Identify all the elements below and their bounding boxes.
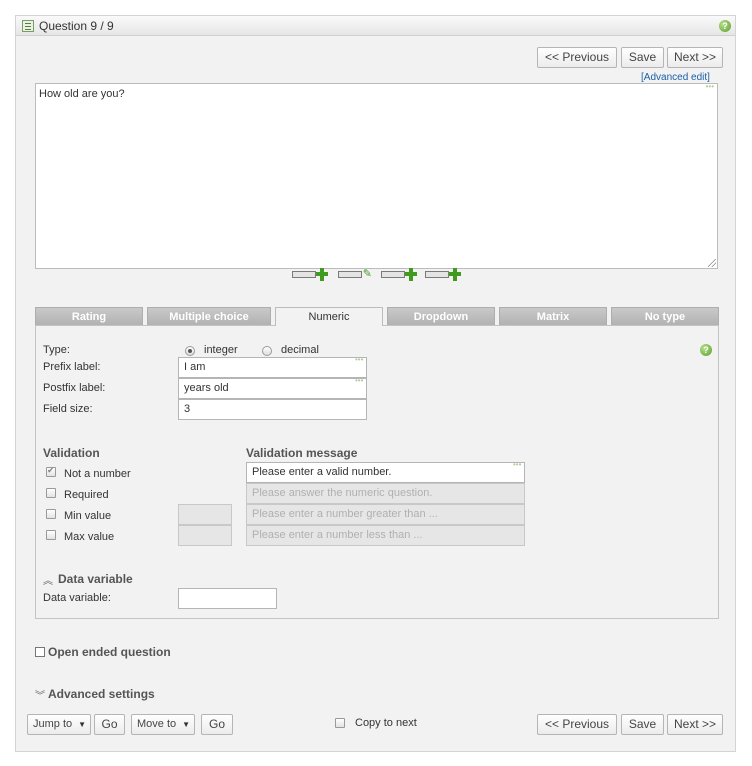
move-to-value: Move to: [137, 718, 177, 730]
window-title: Question 9 / 9: [39, 19, 114, 33]
prefix-dots-icon: •••: [355, 355, 364, 364]
not-a-number-label: Not a number: [64, 468, 131, 480]
question-text[interactable]: How old are you?: [39, 88, 125, 100]
min-value-input: [178, 504, 232, 525]
question-text-editor[interactable]: How old are you? •••: [35, 82, 718, 269]
not-a-number-checkbox[interactable]: [46, 465, 56, 477]
jump-to-value: Jump to: [33, 718, 73, 730]
max-value-checkbox[interactable]: [46, 530, 56, 540]
decimal-radio[interactable]: [262, 346, 272, 356]
max-value-label: Max value: [64, 531, 115, 543]
copy-to-next-label: Copy to next: [355, 717, 417, 729]
tab-dropdown[interactable]: Dropdown: [387, 307, 495, 325]
required-checkbox[interactable]: [46, 488, 56, 498]
validation-message-heading: Validation message: [246, 446, 358, 460]
field-size-label: Field size:: [43, 403, 93, 415]
jump-to-select[interactable]: Jump to ▼: [27, 714, 91, 735]
previous-button-top[interactable]: << Previous: [537, 47, 617, 68]
tab-no-type[interactable]: No type: [611, 307, 719, 325]
add-list-icon[interactable]: [381, 268, 417, 281]
add-image-icon[interactable]: [425, 268, 461, 281]
tab-numeric[interactable]: Numeric: [275, 307, 383, 326]
data-variable-label: Data variable:: [43, 592, 111, 604]
type-label: Type:: [43, 344, 70, 356]
caret-down-icon: ▼: [182, 720, 190, 729]
min-value-label: Min value: [64, 510, 112, 522]
postfix-label: Postfix label:: [43, 382, 106, 394]
advanced-settings-label[interactable]: Advanced settings: [48, 687, 155, 701]
jump-go-button[interactable]: Go: [94, 714, 125, 735]
max-value-message-input: Please enter a number less than ...: [246, 525, 525, 546]
field-size-input[interactable]: 3: [178, 399, 367, 420]
postfix-dots-icon: •••: [355, 376, 364, 385]
tab-matrix[interactable]: Matrix: [499, 307, 607, 325]
data-variable-input[interactable]: [178, 588, 277, 609]
not-a-number-message-input[interactable]: Please enter a valid number.: [246, 462, 525, 483]
pencil-icon: ✎: [362, 268, 372, 280]
previous-button-bottom[interactable]: << Previous: [537, 714, 617, 735]
copy-to-next-checkbox[interactable]: [335, 718, 345, 728]
numeric-help-icon[interactable]: ?: [700, 344, 712, 356]
open-ended-checkbox[interactable]: [35, 647, 45, 657]
collapse-up-icon[interactable]: ︽: [43, 572, 53, 587]
save-button-bottom[interactable]: Save: [621, 714, 664, 735]
help-icon[interactable]: ?: [719, 20, 731, 32]
prefix-label: Prefix label:: [43, 361, 101, 373]
add-field-icon[interactable]: [292, 268, 328, 281]
save-button-top[interactable]: Save: [621, 47, 664, 68]
resize-grip-icon[interactable]: [708, 259, 716, 267]
open-ended-label[interactable]: Open ended question: [48, 645, 171, 659]
title-bar: Question 9 / 9 ?: [16, 16, 735, 36]
move-to-select[interactable]: Move to ▼: [131, 714, 195, 735]
tab-rating[interactable]: Rating: [35, 307, 143, 325]
next-button-bottom[interactable]: Next >>: [667, 714, 723, 735]
message-dots-icon: •••: [513, 460, 522, 469]
validation-heading: Validation: [43, 446, 100, 460]
integer-radio[interactable]: [185, 346, 195, 356]
min-value-checkbox[interactable]: [46, 509, 56, 519]
integer-radio-label: integer: [204, 344, 238, 356]
min-value-message-input: Please enter a number greater than ...: [246, 504, 525, 525]
postfix-input[interactable]: years old: [178, 378, 367, 399]
question-type-tabs: Rating Multiple choice Numeric Dropdown …: [35, 307, 719, 326]
prefix-input[interactable]: I am: [178, 357, 367, 378]
decimal-radio-label: decimal: [281, 344, 319, 356]
question-list-icon: [22, 20, 34, 32]
max-value-input: [178, 525, 232, 546]
data-variable-heading[interactable]: Data variable: [58, 572, 133, 586]
caret-down-icon: ▼: [78, 720, 86, 729]
required-label: Required: [64, 489, 109, 501]
move-go-button[interactable]: Go: [201, 714, 233, 735]
required-message-input: Please answer the numeric question.: [246, 483, 525, 504]
editor-dots-icon: •••: [705, 82, 714, 91]
next-button-top[interactable]: Next >>: [667, 47, 723, 68]
expand-down-icon[interactable]: ︾: [35, 687, 45, 702]
tab-multiple-choice[interactable]: Multiple choice: [147, 307, 271, 325]
edit-field-icon[interactable]: ✎: [338, 268, 374, 281]
advanced-edit-link[interactable]: [Advanced edit]: [641, 72, 710, 83]
